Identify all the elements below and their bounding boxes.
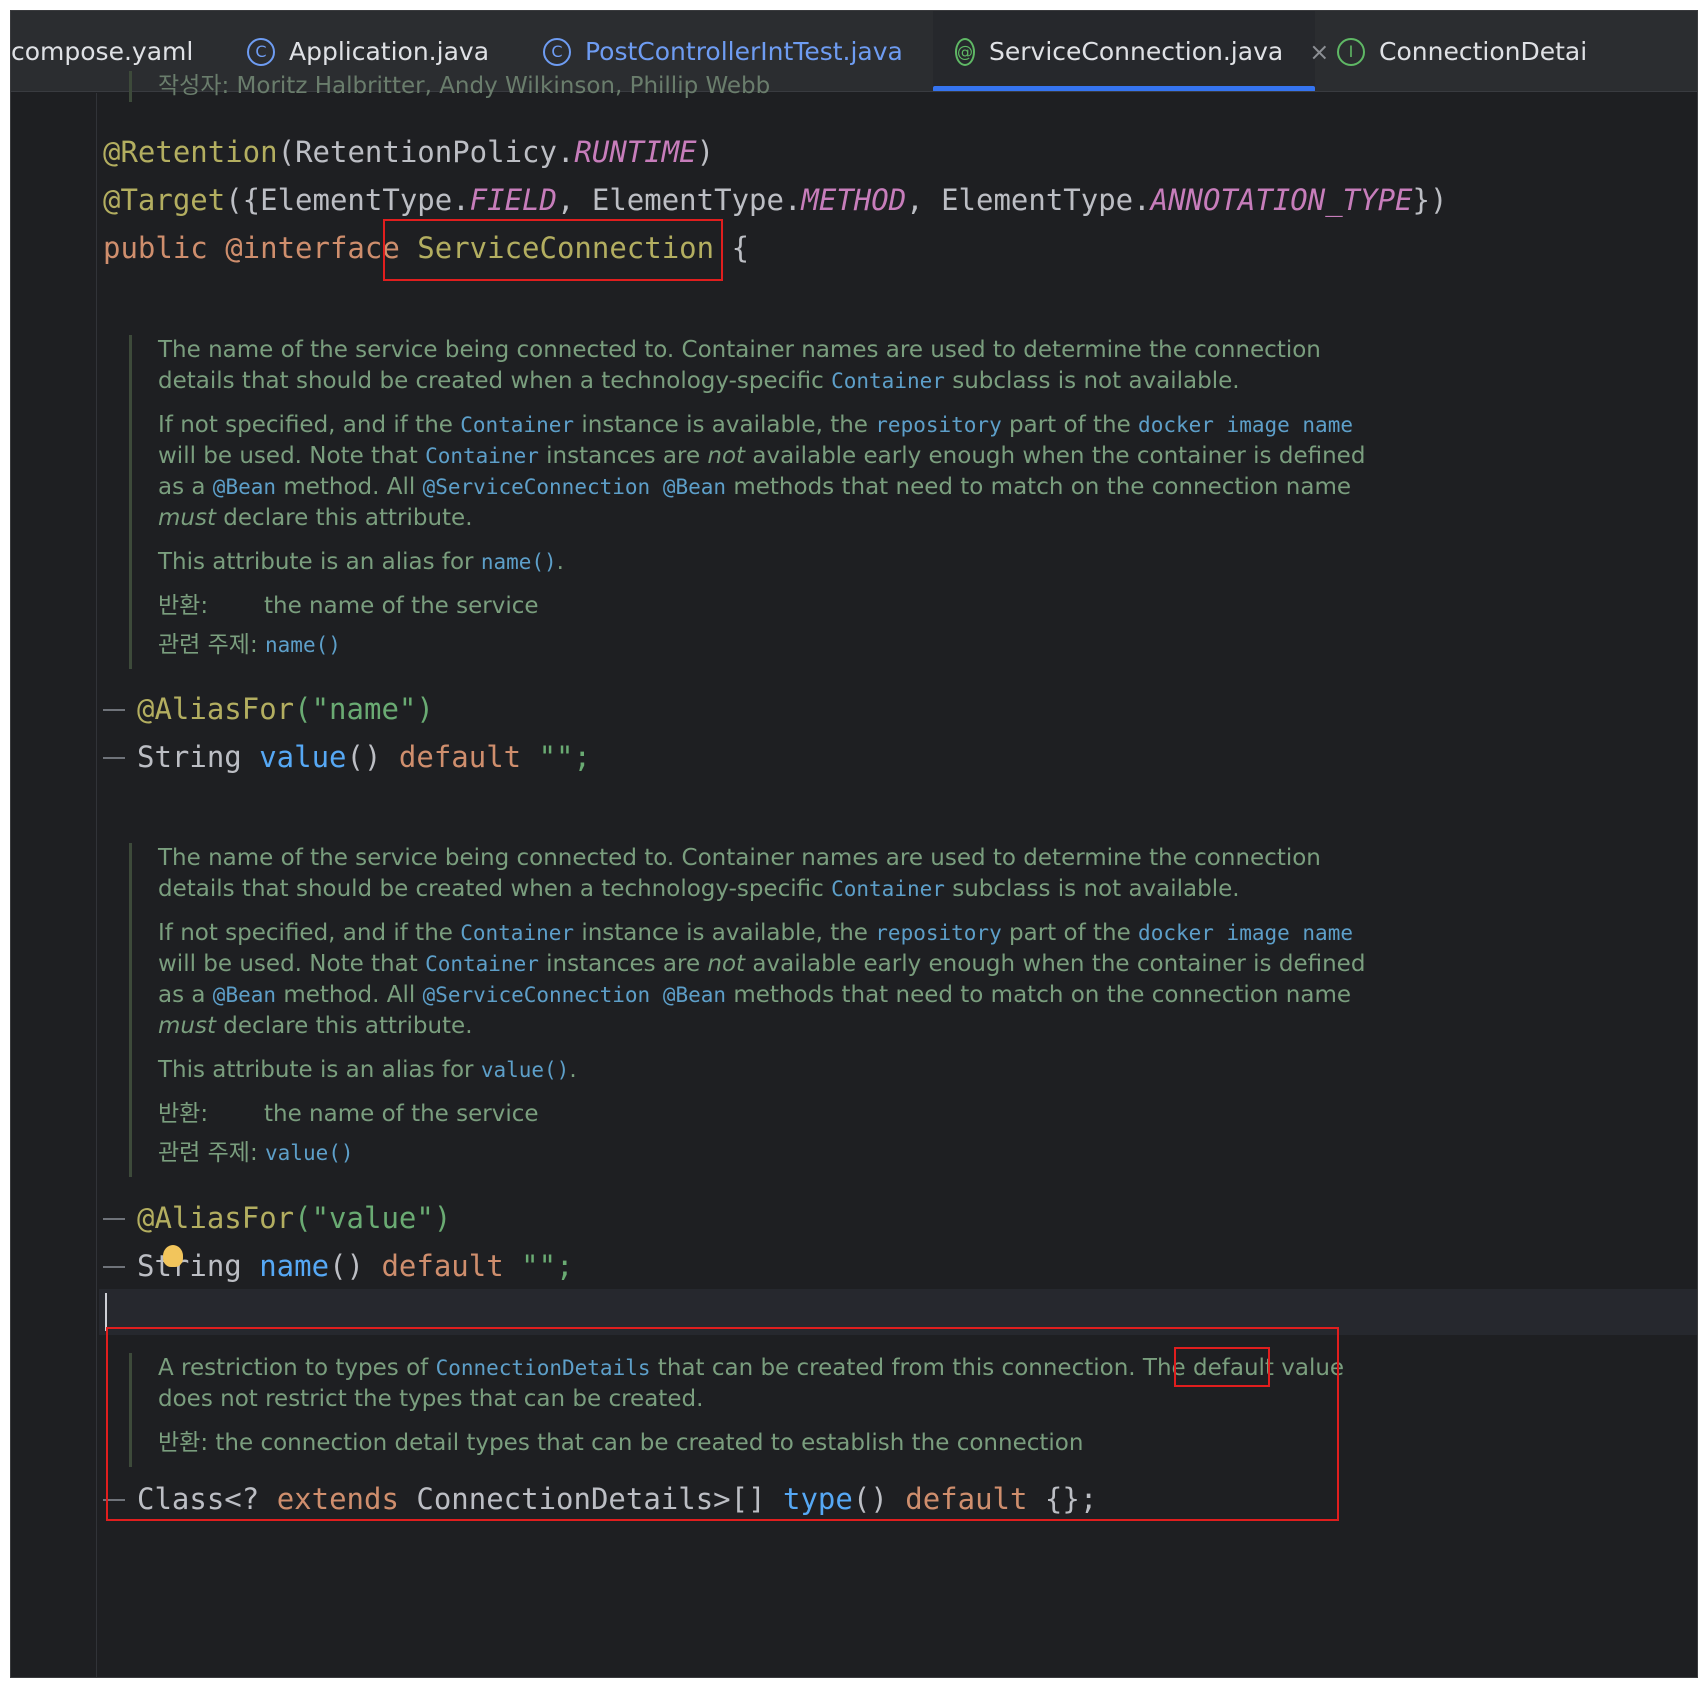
target-line: @Target({ElementType.FIELD, ElementType.…: [103, 183, 1448, 217]
text-caret: [105, 1293, 107, 1331]
author-doc-partial: 작성자: Moritz Halbritter, Andy Wilkinson, …: [129, 71, 1369, 102]
highlight-box-interface-name: [383, 219, 723, 281]
lightbulb-icon[interactable]: [163, 1245, 183, 1267]
javadoc-name: The name of the service being connected …: [129, 843, 1369, 1177]
annotation-icon: @: [955, 37, 975, 66]
link-name[interactable]: name(): [481, 550, 557, 574]
close-icon[interactable]: ×: [1309, 38, 1329, 66]
fold-marker[interactable]: [103, 709, 125, 711]
tab-label: ConnectionDetai: [1379, 37, 1588, 66]
fold-marker[interactable]: [103, 1218, 125, 1220]
interface-icon: I: [1337, 37, 1365, 66]
code-editor[interactable]: 작성자: Moritz Halbritter, Andy Wilkinson, …: [11, 71, 1697, 1677]
retention-line: @Retention(RetentionPolicy.RUNTIME): [103, 135, 715, 169]
class-run-icon: C: [247, 37, 275, 66]
highlight-box-type-attribute: [106, 1327, 1339, 1521]
link-value[interactable]: value(): [481, 1058, 570, 1082]
tab-label: compose.yaml: [11, 37, 194, 66]
tab-label: ServiceConnection.java: [989, 37, 1284, 66]
gutter-divider: [96, 93, 97, 1677]
name-method-line: String name() default "";: [137, 1249, 574, 1283]
fold-marker[interactable]: [103, 1266, 125, 1268]
javadoc-value: The name of the service being connected …: [129, 335, 1369, 669]
link-see-name[interactable]: name(): [265, 630, 341, 661]
tab-connectiondetails-java[interactable]: I ConnectionDetai: [1337, 11, 1588, 91]
fold-marker[interactable]: [103, 757, 125, 759]
tab-label: PostControllerIntTest.java: [585, 37, 903, 66]
aliasfor-name-line: @AliasFor("name"): [137, 692, 434, 726]
value-method-line: String value() default "";: [137, 740, 591, 774]
tab-label: Application.java: [289, 37, 490, 66]
class-icon: C: [543, 37, 571, 66]
link-see-value[interactable]: value(): [265, 1138, 354, 1169]
aliasfor-value-line: @AliasFor("value"): [137, 1201, 452, 1235]
ide-window: compose.yaml C Application.java C PostCo…: [10, 10, 1698, 1678]
